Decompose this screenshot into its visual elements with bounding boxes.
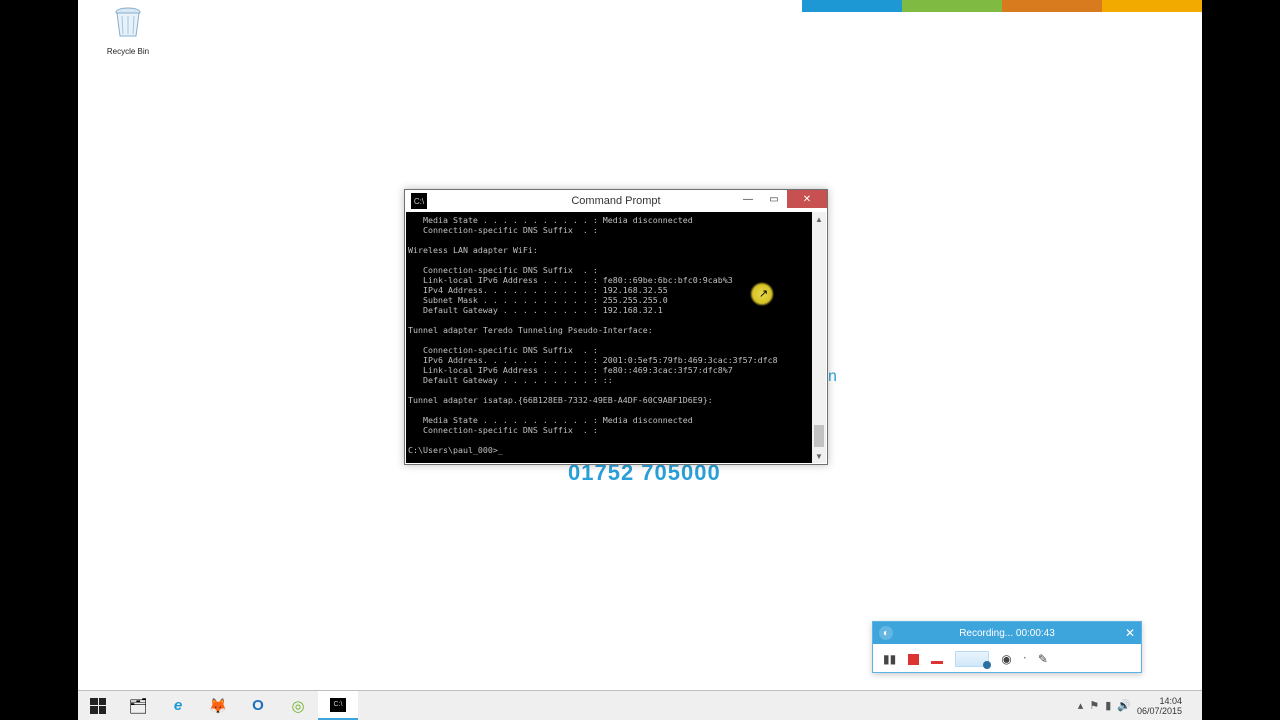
taskbar-clock[interactable]: 14:04 06/07/2015 [1137,696,1182,716]
pause-button[interactable]: ▮▮ [883,652,896,666]
recycle-bin[interactable]: Recycle Bin [100,6,156,56]
taskbar-ie[interactable]: e [158,691,198,720]
taskbar-cmd[interactable]: C:\ [318,691,358,720]
start-button[interactable] [78,691,118,720]
draw-button[interactable]: ✎ [1038,652,1048,666]
folder-icon: 🗂 [128,697,147,715]
cmd-output[interactable]: Media State . . . . . . . . . . . : Medi… [406,212,812,463]
firefox-icon: 🦊 [209,697,228,715]
system-tray[interactable]: ▴ ⚑ ▮ 🔊 14:04 06/07/2015 [1078,691,1202,720]
taskbar-vmware[interactable]: ◎ [278,691,318,720]
strip-yellow [1102,0,1202,12]
recorder-title: Recording... 00:00:43 [873,628,1141,639]
network-icon[interactable]: ▮ [1105,699,1111,712]
brand-color-strip [802,0,1202,12]
scroll-track[interactable] [812,226,826,449]
strip-orange [1002,0,1102,12]
maximize-button[interactable]: ▭ [761,190,787,208]
clock-time: 14:04 [1137,696,1182,706]
cmd-titlebar[interactable]: C:\ Command Prompt — ▭ ✕ [405,190,827,212]
close-button[interactable]: ✕ [787,190,827,208]
wallpaper-text-tail: n [828,368,837,386]
clock-date: 06/07/2015 [1137,706,1182,716]
windows-logo-icon [90,698,106,714]
cmd-icon: C:\ [330,698,346,712]
screen-recorder-toolbar[interactable]: ◐ Recording... 00:00:43 ✕ ▮▮ ◉ • ✎ [872,621,1142,673]
desktop[interactable]: Recycle Bin 01752 705000 n C:\ Command P… [78,0,1202,720]
taskbar-outlook[interactable]: O [238,691,278,720]
cmd-app-icon: C:\ [411,193,427,209]
taskbar-explorer[interactable]: 🗂 [118,691,158,720]
scroll-up-button[interactable]: ▲ [812,212,826,226]
options-button[interactable]: • [1024,656,1026,662]
webcam-button[interactable]: ◉ [1001,652,1011,666]
taskbar-firefox[interactable]: 🦊 [198,691,238,720]
cmd-scrollbar[interactable]: ▲ ▼ [812,212,826,463]
command-prompt-window[interactable]: C:\ Command Prompt — ▭ ✕ Media State . .… [404,189,828,465]
recycle-bin-label: Recycle Bin [100,47,156,56]
scroll-thumb[interactable] [814,425,824,447]
recycle-bin-icon [112,6,144,40]
marker-button[interactable] [931,661,943,664]
ie-icon: e [174,697,182,714]
vmware-icon: ◎ [291,697,304,715]
action-center-icon[interactable]: ⚑ [1089,699,1099,712]
taskbar[interactable]: 🗂 e 🦊 O ◎ C:\ ▴ ⚑ ▮ 🔊 14:04 06/07/2015 [78,690,1202,720]
strip-green [902,0,1002,12]
outlook-icon: O [252,697,264,714]
audio-meter-icon [955,651,989,667]
strip-blue [802,0,902,12]
volume-icon[interactable]: 🔊 [1117,699,1131,712]
recorder-titlebar[interactable]: ◐ Recording... 00:00:43 ✕ [873,622,1141,644]
stop-button[interactable] [908,654,919,665]
tray-overflow-button[interactable]: ▴ [1078,699,1084,712]
scroll-down-button[interactable]: ▼ [812,449,826,463]
minimize-button[interactable]: — [735,190,761,208]
